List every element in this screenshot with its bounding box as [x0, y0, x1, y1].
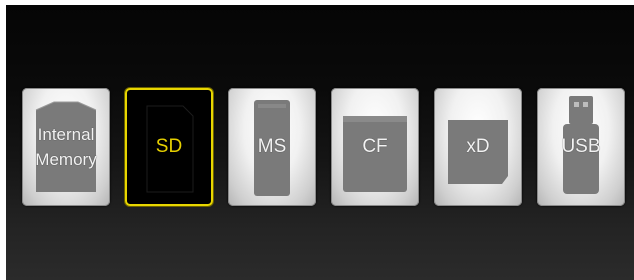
- storage-option-xd[interactable]: xD: [434, 88, 522, 206]
- xd-card-icon: [448, 120, 508, 184]
- storage-option-usb[interactable]: USB: [537, 88, 625, 206]
- internal-memory-icon: [35, 101, 97, 192]
- compact-flash-icon: [343, 116, 407, 192]
- memory-stick-icon: [254, 100, 290, 196]
- storage-option-sd[interactable]: SD: [125, 88, 213, 206]
- storage-source-screen: Internal Memory SD MS CF xD USB: [6, 5, 634, 280]
- sd-card-icon: [146, 105, 194, 193]
- storage-option-internal-memory[interactable]: Internal Memory: [22, 88, 110, 206]
- usb-drive-icon: [563, 96, 599, 194]
- storage-option-cf[interactable]: CF: [331, 88, 419, 206]
- storage-option-ms[interactable]: MS: [228, 88, 316, 206]
